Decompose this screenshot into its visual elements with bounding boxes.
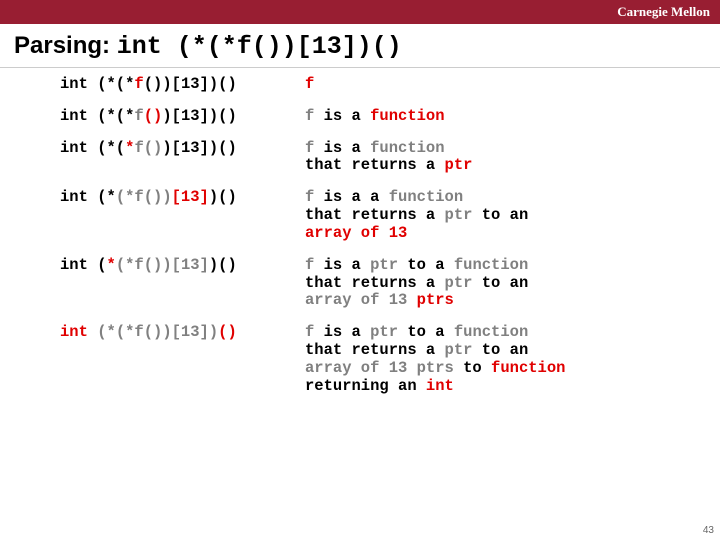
parse-row: int (*(*f())[13])() f is a a functiontha…	[60, 189, 706, 242]
rhs-desc: f is a ptr to a functionthat returns a p…	[305, 257, 706, 310]
lhs-code: int (*(*f())[13])()	[60, 257, 305, 310]
rhs-desc: f is a function	[305, 108, 706, 126]
rhs-desc: f is a ptr to a functionthat returns a p…	[305, 324, 706, 395]
lhs-code: int (*(*f())[13])()	[60, 140, 305, 176]
brand-bar: Carnegie Mellon	[0, 0, 720, 24]
parse-row: int (*(*f())[13])() f is a function	[60, 108, 706, 126]
slide-title: Parsing: int (*(*f())[13])()	[0, 24, 720, 68]
rhs-desc: f is a a functionthat returns a ptr to a…	[305, 189, 706, 242]
lhs-code: int (*(*f())[13])()	[60, 76, 305, 94]
content-area: int (*(*f())[13])() f int (*(*f())[13])(…	[0, 68, 720, 395]
title-prefix: Parsing:	[14, 32, 117, 59]
rhs-desc: f	[305, 76, 706, 94]
brand-label: Carnegie Mellon	[617, 4, 710, 19]
lhs-code: int (*(*f())[13])()	[60, 324, 305, 395]
slide-number: 43	[703, 525, 714, 536]
parse-row: int (*(*f())[13])() f	[60, 76, 706, 94]
parse-row: int (*(*f())[13])() f is a ptr to a func…	[60, 257, 706, 310]
lhs-code: int (*(*f())[13])()	[60, 189, 305, 242]
parse-row: int (*(*f())[13])() f is a ptr to a func…	[60, 324, 706, 395]
lhs-code: int (*(*f())[13])()	[60, 108, 305, 126]
rhs-desc: f is a functionthat returns a ptr	[305, 140, 706, 176]
title-code: int (*(*f())[13])()	[117, 32, 402, 61]
parse-row: int (*(*f())[13])() f is a functionthat …	[60, 140, 706, 176]
